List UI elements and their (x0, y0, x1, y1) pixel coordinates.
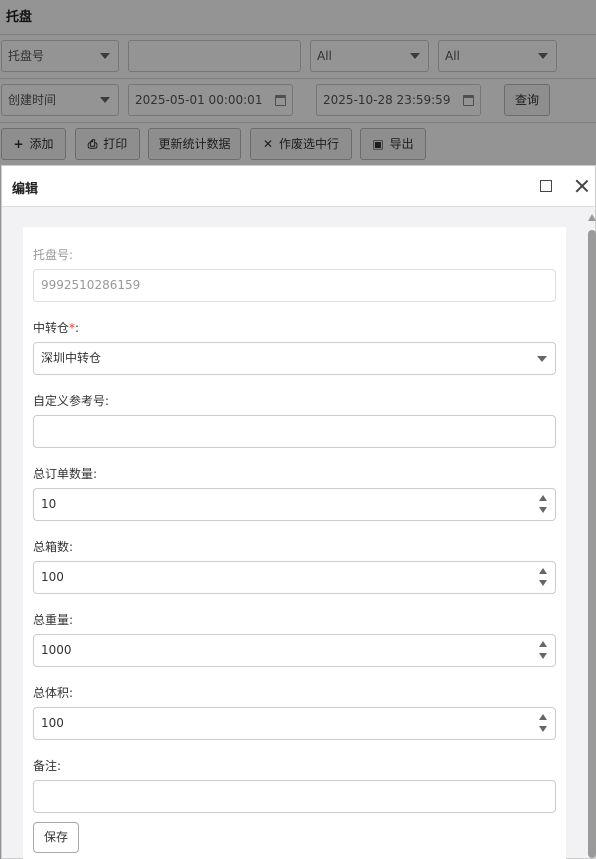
warehouse-select-value: 深圳中转仓 (41, 351, 102, 365)
total-volume-input[interactable]: 100 (33, 707, 556, 740)
spin-down-icon[interactable] (539, 580, 547, 586)
maximize-icon[interactable] (540, 180, 552, 192)
save-button[interactable]: 保存 (33, 822, 79, 853)
label-colon: : (75, 321, 80, 335)
number-spinner[interactable] (538, 641, 548, 661)
total-volume-value: 100 (41, 716, 64, 730)
total-weight-input[interactable]: 1000 (33, 634, 556, 667)
total-boxes-label: 总箱数: (33, 540, 74, 554)
dialog-header: 编辑 (2, 166, 595, 207)
warehouse-select[interactable]: 深圳中转仓 (33, 342, 556, 375)
close-icon[interactable] (572, 176, 592, 196)
spin-down-icon[interactable] (539, 507, 547, 513)
scroll-up-arrow-icon[interactable] (588, 214, 596, 221)
total-weight-value: 1000 (41, 643, 72, 657)
total-boxes-input[interactable]: 100 (33, 561, 556, 594)
total-boxes-value: 100 (41, 570, 64, 584)
total-orders-label: 总订单数量: (33, 467, 98, 481)
spin-down-icon[interactable] (539, 726, 547, 732)
scrollbar[interactable] (587, 208, 596, 858)
custom-ref-label: 自定义参考号: (33, 394, 110, 408)
pallet-no-field: 9992510286159 (33, 269, 556, 302)
number-spinner[interactable] (538, 495, 548, 515)
warehouse-label: 中转仓*: (33, 319, 79, 336)
remark-label: 备注: (33, 759, 62, 773)
number-spinner[interactable] (538, 568, 548, 588)
scrollbar-thumb[interactable] (588, 230, 596, 858)
spin-down-icon[interactable] (539, 653, 547, 659)
edit-dialog: 编辑 托盘号: 9992510286159 中转仓*: 深圳中转仓 自定义参考号… (1, 165, 596, 859)
remark-input[interactable] (33, 780, 556, 813)
dialog-title: 编辑 (12, 182, 39, 197)
spin-up-icon[interactable] (539, 495, 547, 501)
pallet-no-label: 托盘号: (33, 248, 74, 262)
spin-up-icon[interactable] (539, 641, 547, 647)
spin-up-icon[interactable] (539, 568, 547, 574)
spin-up-icon[interactable] (539, 714, 547, 720)
edit-form: 托盘号: 9992510286159 中转仓*: 深圳中转仓 自定义参考号: 总… (23, 227, 566, 859)
custom-ref-input[interactable] (33, 415, 556, 448)
total-orders-value: 10 (41, 497, 57, 511)
warehouse-label-text: 中转仓 (33, 321, 70, 335)
total-volume-label: 总体积: (33, 686, 74, 700)
total-orders-input[interactable]: 10 (33, 488, 556, 521)
number-spinner[interactable] (538, 714, 548, 734)
chevron-down-icon (537, 356, 547, 362)
total-weight-label: 总重量: (33, 613, 74, 627)
